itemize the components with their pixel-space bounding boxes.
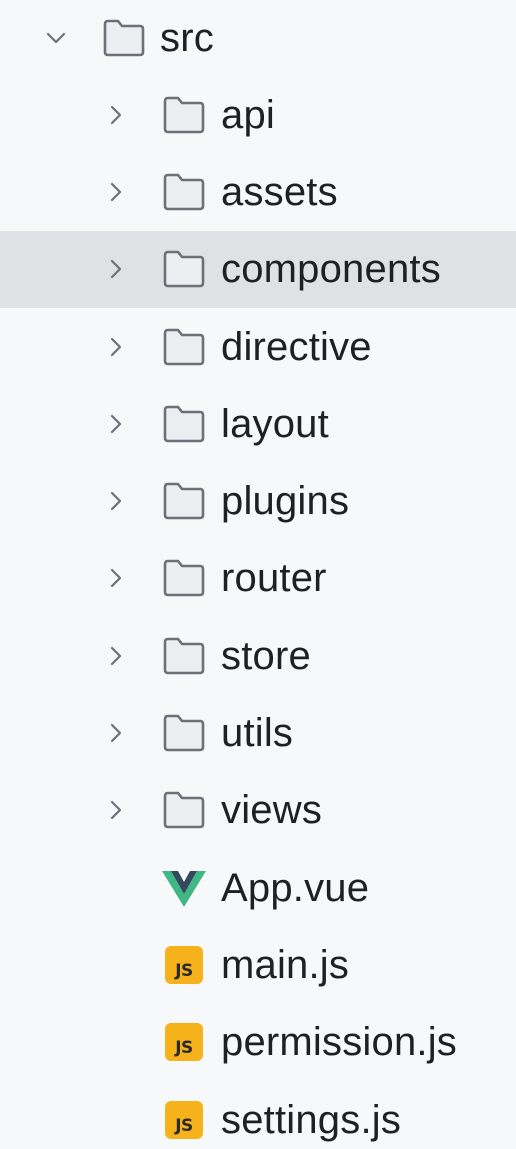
tree-item-folder-components[interactable]: components [0, 230, 516, 308]
tree-item-folder-assets[interactable]: assets [0, 153, 516, 230]
tree-item-folder-router[interactable]: router [0, 540, 516, 617]
chevron-right-icon[interactable] [104, 566, 128, 590]
chevron-right-icon[interactable] [104, 257, 128, 281]
folder-icon [161, 326, 207, 368]
tree-item-file-permission-js[interactable]: JS permission.js [0, 1004, 516, 1081]
tree-item-label: settings.js [221, 1097, 402, 1142]
tree-item-label: store [221, 633, 311, 678]
folder-icon [161, 248, 207, 290]
tree-item-folder-plugins[interactable]: plugins [0, 462, 516, 539]
tree-item-file-main-js[interactable]: JS main.js [0, 926, 516, 1003]
chevron-right-icon[interactable] [104, 412, 128, 436]
tree-item-folder-layout[interactable]: layout [0, 385, 516, 462]
tree-item-label: App.vue [221, 865, 370, 910]
folder-icon [101, 17, 147, 59]
js-file-icon: JS [161, 944, 207, 986]
tree-item-file-settings-js[interactable]: JS settings.js [0, 1081, 516, 1149]
chevron-right-icon[interactable] [104, 103, 128, 127]
tree-item-label: api [221, 92, 275, 137]
tree-item-folder-api[interactable]: api [0, 76, 516, 153]
tree-item-label: permission.js [221, 1020, 457, 1065]
tree-item-label: main.js [221, 942, 350, 987]
chevron-down-icon[interactable] [44, 26, 68, 50]
tree-item-label: router [221, 556, 327, 601]
project-file-tree: src api assets components directive layo… [0, 0, 516, 1149]
js-file-icon: JS [161, 1021, 207, 1063]
tree-item-label: layout [221, 401, 329, 446]
tree-item-label: components [221, 247, 441, 292]
tree-item-folder-directive[interactable]: directive [0, 308, 516, 385]
tree-item-src[interactable]: src [0, 0, 516, 76]
folder-icon [161, 557, 207, 599]
tree-item-label: directive [221, 324, 372, 369]
chevron-right-icon[interactable] [104, 798, 128, 822]
folder-icon [161, 789, 207, 831]
tree-item-label: plugins [221, 479, 350, 524]
tree-item-label: views [221, 788, 323, 833]
tree-item-folder-views[interactable]: views [0, 772, 516, 849]
tree-item-file-app-vue[interactable]: App.vue [0, 849, 516, 926]
chevron-right-icon[interactable] [104, 180, 128, 204]
folder-icon [161, 712, 207, 754]
chevron-right-icon[interactable] [104, 721, 128, 745]
folder-icon [161, 403, 207, 445]
chevron-right-icon[interactable] [104, 644, 128, 668]
vue-icon [161, 867, 207, 909]
tree-item-label: utils [221, 711, 294, 756]
folder-icon [161, 635, 207, 677]
js-file-icon: JS [161, 1099, 207, 1141]
tree-item-label: src [160, 16, 214, 60]
tree-item-folder-utils[interactable]: utils [0, 694, 516, 771]
chevron-right-icon[interactable] [104, 335, 128, 359]
tree-item-folder-store[interactable]: store [0, 617, 516, 694]
chevron-right-icon[interactable] [104, 489, 128, 513]
folder-icon [161, 480, 207, 522]
tree-item-label: assets [221, 169, 338, 214]
folder-icon [161, 94, 207, 136]
folder-icon [161, 171, 207, 213]
